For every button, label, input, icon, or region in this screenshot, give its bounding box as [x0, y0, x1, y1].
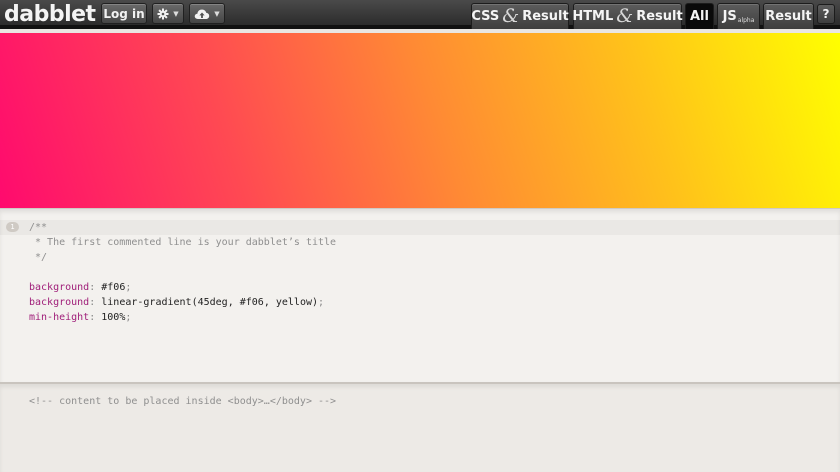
html-code[interactable]: <!-- content to be placed inside <body>……: [29, 394, 336, 409]
help-button[interactable]: ?: [817, 4, 835, 24]
tab-html-result[interactable]: HTML & Result: [572, 3, 683, 29]
gear-icon: [157, 8, 169, 20]
css-value: linear-gradient(45deg, #f06, yellow): [101, 297, 319, 308]
tab-all[interactable]: All: [685, 3, 714, 29]
chevron-down-icon: ▼: [173, 9, 179, 18]
tab-js[interactable]: JS alpha: [717, 3, 760, 29]
chevron-down-icon: ▼: [214, 9, 220, 18]
code-comment-line: */: [29, 252, 48, 263]
ampersand-glyph: &: [502, 5, 520, 27]
css-property: background: [29, 282, 90, 293]
save-cloud-menu-button[interactable]: ▼: [189, 3, 225, 24]
tab-label: Result: [522, 9, 569, 24]
cloud-upload-icon: [194, 8, 210, 20]
css-code[interactable]: /** * The first commented line is your d…: [29, 220, 336, 325]
css-editor-pane[interactable]: 1 /** * The first commented line is your…: [0, 208, 840, 384]
html-editor-pane[interactable]: <!-- content to be placed inside <body>……: [0, 384, 840, 472]
result-preview-pane: [0, 33, 840, 208]
tab-label: HTML: [572, 9, 614, 24]
alpha-badge: alpha: [737, 17, 755, 24]
login-button[interactable]: Log in: [101, 3, 147, 24]
css-property: background: [29, 297, 90, 308]
css-value: #f06: [101, 282, 126, 293]
tab-label: Result: [765, 9, 812, 24]
code-comment-line: * The first commented line is your dabbl…: [29, 237, 337, 248]
settings-menu-button[interactable]: ▼: [152, 3, 184, 24]
top-bar: dabblet Log in ▼ ▼ CSS & Result HTML & R…: [0, 0, 840, 29]
tab-result[interactable]: Result: [763, 3, 814, 29]
line-number-badge: 1: [6, 222, 19, 232]
ampersand-glyph: &: [616, 5, 634, 27]
tab-label: Result: [636, 9, 683, 24]
tab-label: All: [690, 9, 709, 24]
tab-label: CSS: [471, 9, 500, 24]
login-button-label: Log in: [103, 6, 145, 21]
tab-css-result[interactable]: CSS & Result: [471, 3, 569, 29]
css-value: 100%: [101, 312, 126, 323]
code-comment-line: /**: [29, 222, 48, 233]
app-logo[interactable]: dabblet: [4, 1, 96, 28]
tab-label: JS: [722, 9, 737, 24]
css-property: min-height: [29, 312, 90, 323]
